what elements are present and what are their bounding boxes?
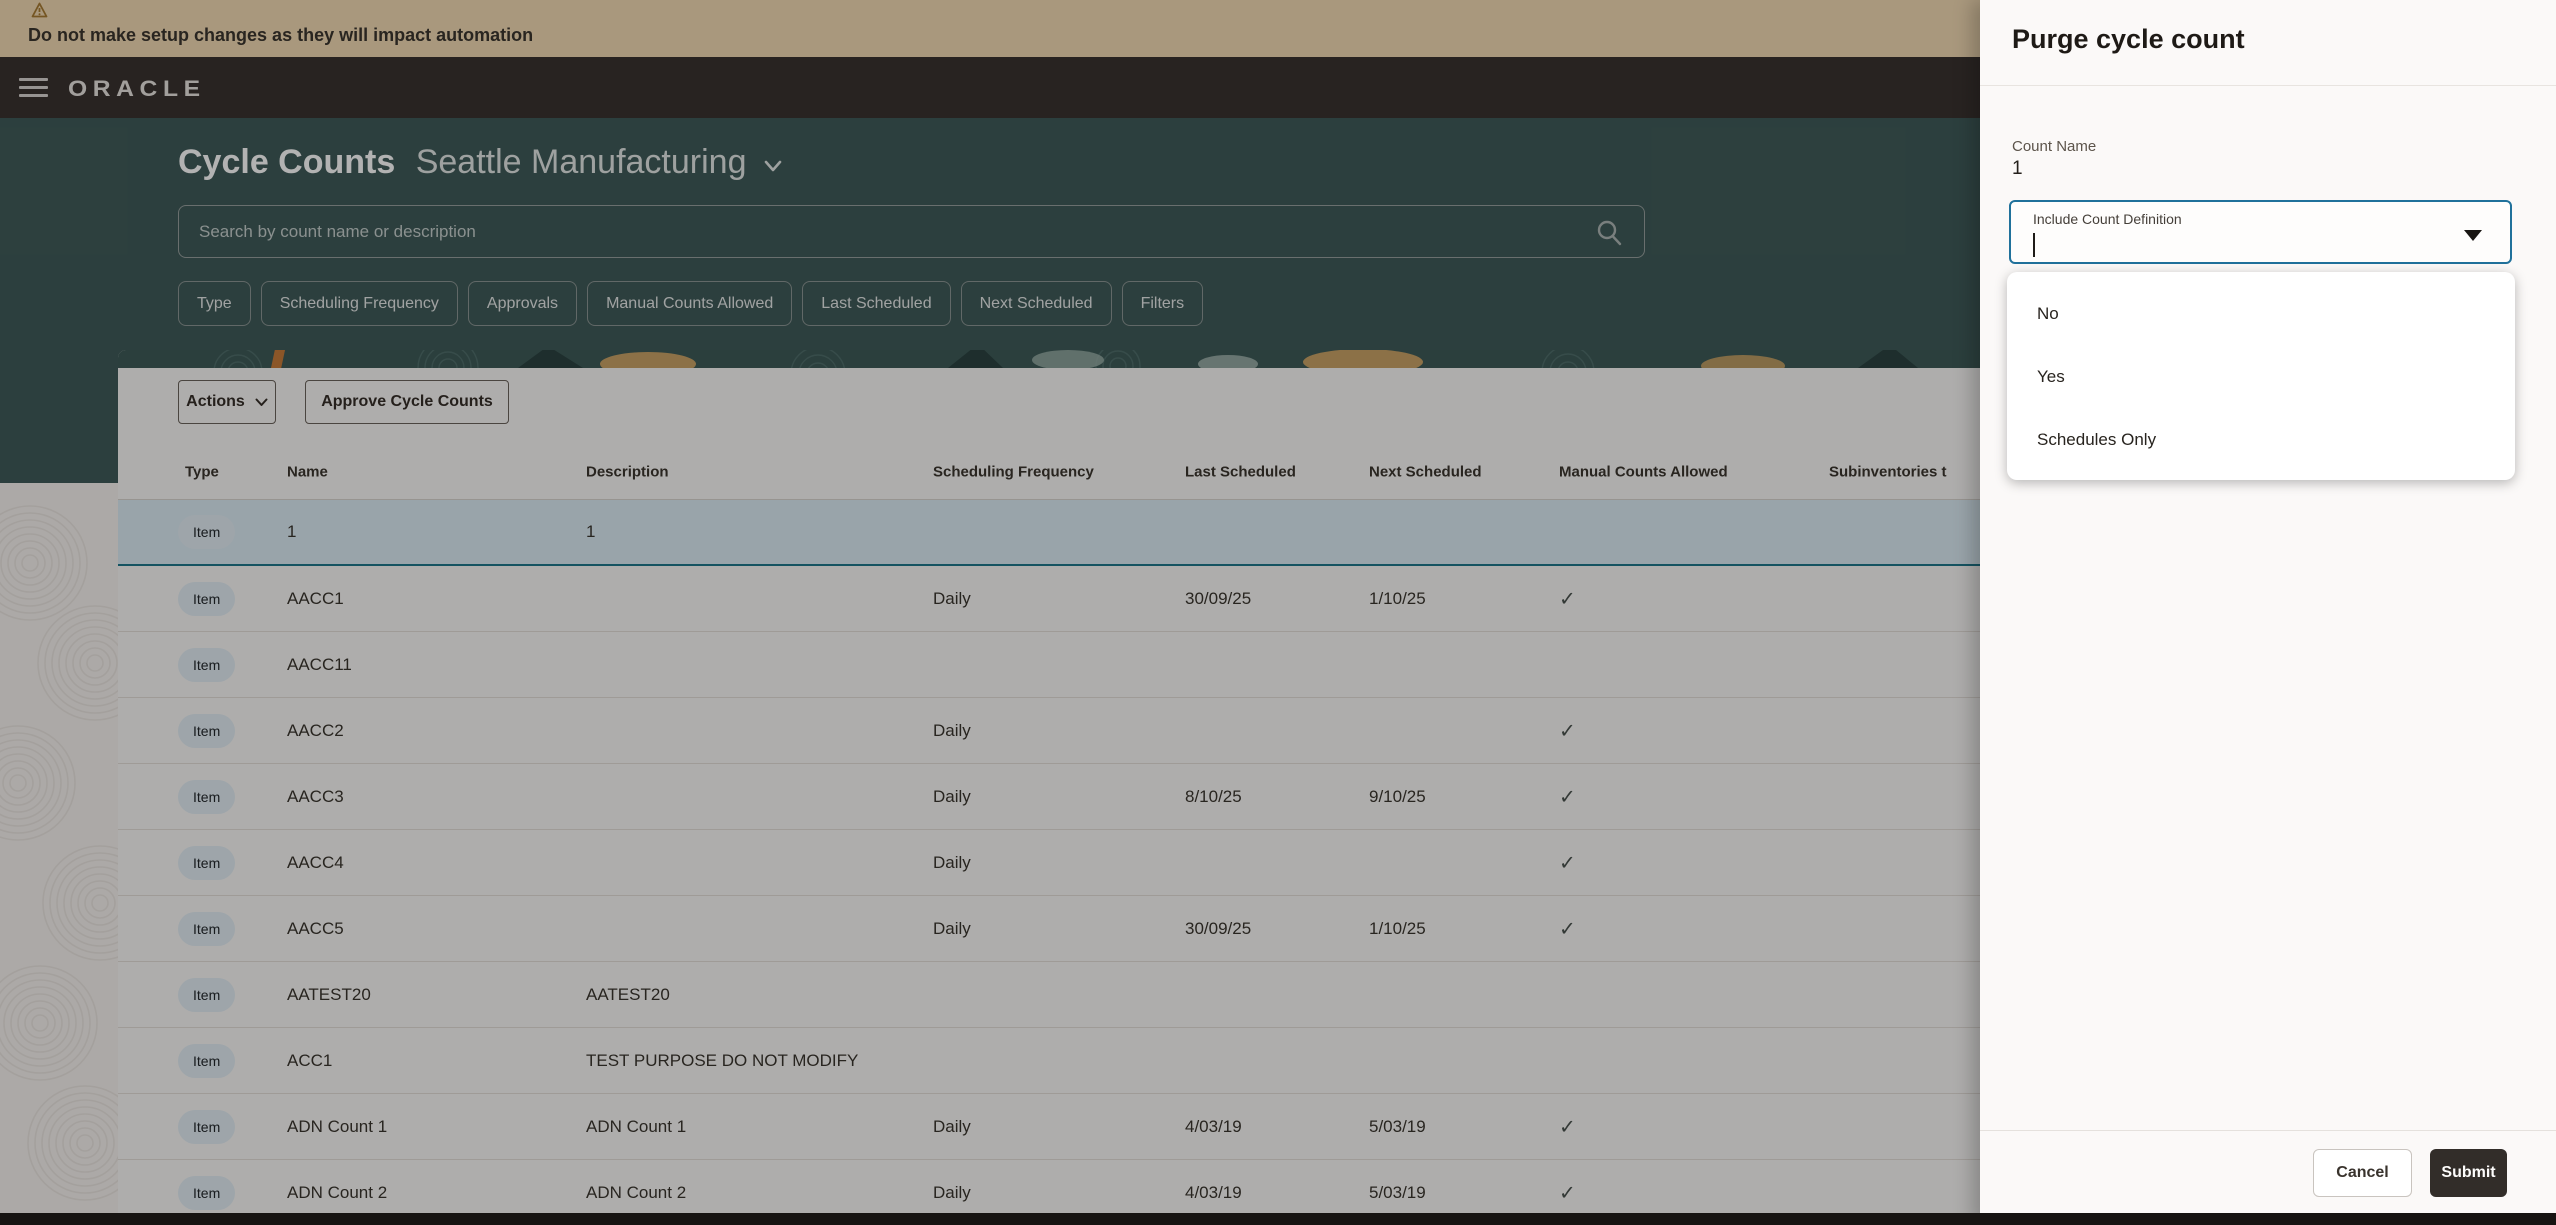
drawer-title: Purge cycle count: [2012, 24, 2245, 55]
modal-scrim: [0, 0, 1980, 1225]
combobox-dropdown-menu: NoYesSchedules Only: [2007, 272, 2515, 480]
combobox-floating-label: Include Count Definition: [2033, 211, 2182, 227]
dropdown-option-schedules-only[interactable]: Schedules Only: [2007, 408, 2515, 471]
text-cursor: [2033, 233, 2035, 257]
dropdown-arrow-icon[interactable]: [2464, 230, 2482, 241]
count-name-label: Count Name: [2012, 138, 2096, 155]
purge-cycle-count-drawer: Purge cycle count Count Name 1 Include C…: [1980, 0, 2556, 1225]
application-window: Do not make setup changes as they will i…: [0, 0, 2556, 1225]
submit-button[interactable]: Submit: [2430, 1149, 2507, 1197]
window-bottom-edge: [0, 1213, 2556, 1225]
drawer-footer: Cancel Submit: [1980, 1130, 2556, 1213]
drawer-header: Purge cycle count: [1980, 0, 2556, 86]
cancel-button[interactable]: Cancel: [2313, 1149, 2412, 1197]
dropdown-option-no[interactable]: No: [2007, 282, 2515, 345]
dropdown-option-yes[interactable]: Yes: [2007, 345, 2515, 408]
count-name-value: 1: [2012, 158, 2023, 180]
include-count-definition-combobox[interactable]: Include Count Definition: [2009, 200, 2512, 264]
